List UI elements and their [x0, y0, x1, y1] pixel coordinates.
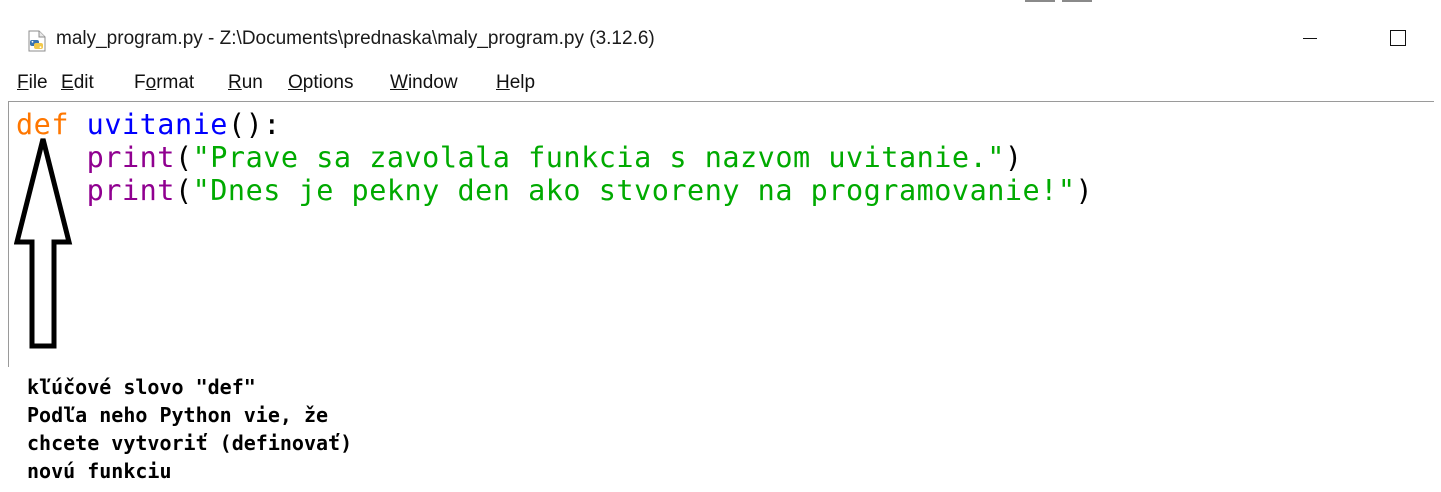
annotation-line: chcete vytvoriť (definovať): [27, 431, 353, 455]
menu-window[interactable]: Window: [390, 72, 458, 94]
print-builtin: print: [86, 141, 175, 174]
function-signature-tail: ():: [227, 108, 281, 141]
window-top-edge: [0, 0, 1441, 3]
menu-format[interactable]: Format: [134, 72, 194, 94]
minimize-button[interactable]: [1285, 16, 1335, 60]
window-title: maly_program.py - Z:\Documents\prednaska…: [56, 28, 655, 49]
string-literal: "Dnes je pekny den ako stvoreny na progr…: [192, 174, 1076, 207]
annotation-line: Podľa neho Python vie, že: [27, 403, 329, 427]
code-line-2: print("Prave sa zavolala funkcia s nazvo…: [86, 141, 1023, 174]
annotation-line: kľúčové slovo "def": [27, 375, 256, 399]
code-text: def uvitanie(): print("Prave sa zavolala…: [16, 108, 1093, 207]
maximize-icon: [1390, 30, 1406, 46]
annotation-text: kľúčové slovo "def" Podľa neho Python vie…: [27, 373, 352, 485]
code-line-1: def uvitanie():: [16, 108, 1093, 141]
menu-edit[interactable]: Edit: [61, 72, 94, 94]
idle-editor-window: maly_program.py - Z:\Documents\prednaska…: [0, 0, 1441, 367]
menu-options[interactable]: Options: [288, 72, 353, 94]
minimize-icon: [1303, 37, 1317, 39]
code-line-3: print("Dnes je pekny den ako stvoreny na…: [86, 174, 1094, 207]
function-name: uvitanie: [86, 108, 228, 141]
title-bar[interactable]: maly_program.py - Z:\Documents\prednaska…: [0, 4, 1441, 68]
up-arrow-icon: [14, 138, 73, 349]
string-literal: "Prave sa zavolala funkcia s nazvom uvit…: [192, 141, 1005, 174]
maximize-button[interactable]: [1373, 16, 1423, 60]
menu-bar: File Edit Format Run Options Window Help: [0, 66, 1441, 100]
menu-run[interactable]: Run: [228, 72, 263, 94]
menu-file[interactable]: File: [17, 72, 48, 94]
print-builtin: print: [86, 174, 175, 207]
annotation-line: novú funkciu: [27, 459, 172, 483]
menu-help[interactable]: Help: [496, 72, 535, 94]
code-editor[interactable]: def uvitanie(): print("Prave sa zavolala…: [8, 101, 1434, 367]
python-file-icon: [28, 30, 46, 52]
